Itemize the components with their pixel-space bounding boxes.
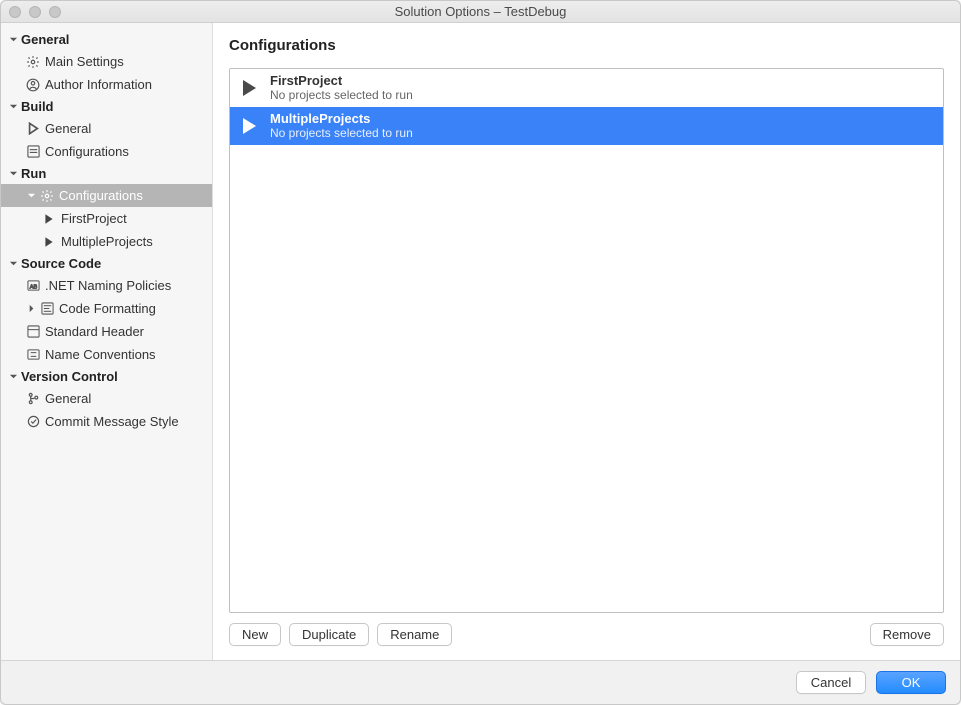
- config-row-multiple-projects[interactable]: MultipleProjects No projects selected to…: [230, 107, 943, 145]
- format-icon: [39, 301, 55, 317]
- chevron-down-icon: [25, 190, 37, 202]
- chevron-down-icon: [7, 371, 19, 383]
- config-subtitle: No projects selected to run: [270, 126, 413, 141]
- config-subtitle: No projects selected to run: [270, 88, 413, 103]
- sidebar-item-label: Commit Message Style: [45, 413, 179, 430]
- chevron-down-icon: [7, 101, 19, 113]
- config-text: MultipleProjects No projects selected to…: [270, 111, 413, 141]
- gear-icon: [39, 188, 55, 204]
- conventions-icon: [25, 347, 41, 363]
- play-icon: [41, 234, 57, 250]
- list-buttons: New Duplicate Rename Remove: [229, 623, 944, 646]
- close-window-button[interactable]: [9, 6, 21, 18]
- play-icon: [238, 115, 260, 137]
- config-name: MultipleProjects: [270, 111, 413, 126]
- sidebar-section-general[interactable]: General: [1, 29, 212, 50]
- footer: Cancel OK: [1, 660, 960, 704]
- window-title: Solution Options – TestDebug: [1, 4, 960, 19]
- sidebar-section-label: Build: [21, 99, 54, 114]
- person-icon: [25, 77, 41, 93]
- gear-icon: [25, 54, 41, 70]
- sidebar-item-label: Code Formatting: [59, 300, 156, 317]
- chevron-right-icon: [25, 303, 37, 315]
- zoom-window-button[interactable]: [49, 6, 61, 18]
- sidebar-item-label: MultipleProjects: [61, 233, 153, 250]
- sidebar-item-standard-header[interactable]: Standard Header: [1, 320, 212, 343]
- sidebar-item-label: .NET Naming Policies: [45, 277, 171, 294]
- svg-text:AB: AB: [29, 284, 37, 290]
- sidebar-section-version-control[interactable]: Version Control: [1, 366, 212, 387]
- sidebar-section-build[interactable]: Build: [1, 96, 212, 117]
- remove-button[interactable]: Remove: [870, 623, 944, 646]
- sidebar-item-run-configurations[interactable]: Configurations: [1, 184, 212, 207]
- minimize-window-button[interactable]: [29, 6, 41, 18]
- play-icon: [238, 77, 260, 99]
- sidebar-section-label: Version Control: [21, 369, 118, 384]
- window: Solution Options – TestDebug General Mai…: [0, 0, 961, 705]
- sidebar-item-label: Main Settings: [45, 53, 124, 70]
- ok-button[interactable]: OK: [876, 671, 946, 694]
- sidebar-section-label: Source Code: [21, 256, 101, 271]
- sidebar-item-label: Configurations: [59, 187, 143, 204]
- main-pane: Configurations FirstProject No projects …: [213, 23, 960, 660]
- sidebar-item-commit-style[interactable]: Commit Message Style: [1, 410, 212, 433]
- config-name: FirstProject: [270, 73, 413, 88]
- chevron-down-icon: [7, 258, 19, 270]
- play-outline-icon: [25, 121, 41, 137]
- sidebar-item-build-general[interactable]: General: [1, 117, 212, 140]
- titlebar: Solution Options – TestDebug: [1, 1, 960, 23]
- sidebar-item-label: Name Conventions: [45, 346, 156, 363]
- new-button[interactable]: New: [229, 623, 281, 646]
- sidebar-item-code-formatting[interactable]: Code Formatting: [1, 297, 212, 320]
- cancel-button[interactable]: Cancel: [796, 671, 866, 694]
- rename-button[interactable]: Rename: [377, 623, 452, 646]
- check-circle-icon: [25, 414, 41, 430]
- sidebar-item-name-conventions[interactable]: Name Conventions: [1, 343, 212, 366]
- sidebar-section-source-code[interactable]: Source Code: [1, 253, 212, 274]
- traffic-lights: [9, 6, 61, 18]
- policy-icon: AB: [25, 278, 41, 294]
- page-title: Configurations: [229, 37, 944, 54]
- sidebar-item-label: FirstProject: [61, 210, 127, 227]
- config-text: FirstProject No projects selected to run: [270, 73, 413, 103]
- sidebar-section-run[interactable]: Run: [1, 163, 212, 184]
- sidebar-section-label: General: [21, 32, 69, 47]
- sidebar-item-multiple-projects[interactable]: MultipleProjects: [1, 230, 212, 253]
- sidebar-item-author-information[interactable]: Author Information: [1, 73, 212, 96]
- sidebar-item-net-naming[interactable]: AB .NET Naming Policies: [1, 274, 212, 297]
- body: General Main Settings Author Information: [1, 23, 960, 660]
- chevron-down-icon: [7, 34, 19, 46]
- config-row-first-project[interactable]: FirstProject No projects selected to run: [230, 69, 943, 107]
- chevron-down-icon: [7, 168, 19, 180]
- branch-icon: [25, 391, 41, 407]
- sidebar-section-label: Run: [21, 166, 46, 181]
- sidebar-item-vc-general[interactable]: General: [1, 387, 212, 410]
- sidebar: General Main Settings Author Information: [1, 23, 213, 660]
- sidebar-item-build-configurations[interactable]: Configurations: [1, 140, 212, 163]
- sidebar-item-label: Author Information: [45, 76, 152, 93]
- configurations-list[interactable]: FirstProject No projects selected to run…: [229, 68, 944, 613]
- sidebar-item-label: Standard Header: [45, 323, 144, 340]
- sidebar-item-label: Configurations: [45, 143, 129, 160]
- play-icon: [41, 211, 57, 227]
- sidebar-item-first-project[interactable]: FirstProject: [1, 207, 212, 230]
- header-icon: [25, 324, 41, 340]
- sidebar-item-label: General: [45, 390, 91, 407]
- duplicate-button[interactable]: Duplicate: [289, 623, 369, 646]
- sidebar-item-main-settings[interactable]: Main Settings: [1, 50, 212, 73]
- sidebar-item-label: General: [45, 120, 91, 137]
- list-icon: [25, 144, 41, 160]
